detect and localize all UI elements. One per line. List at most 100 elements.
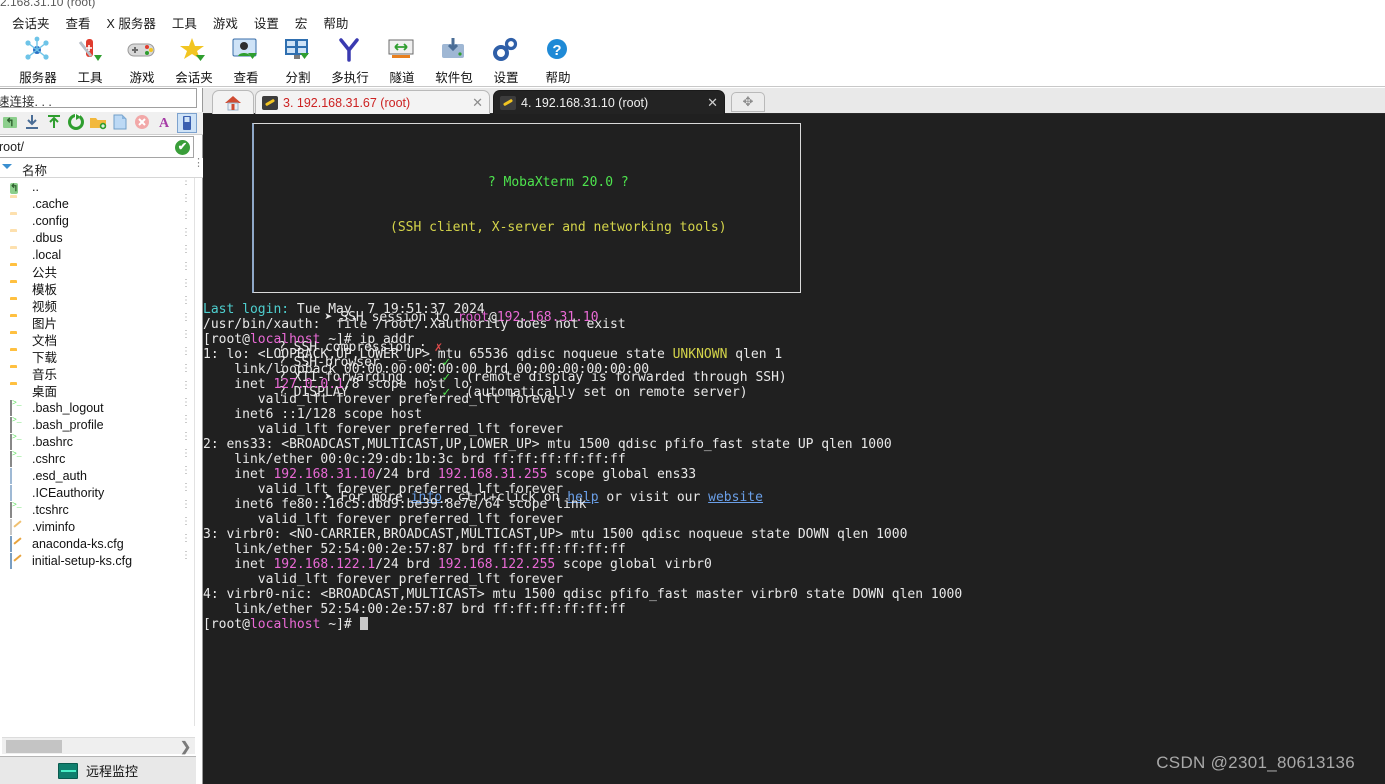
folder-icon	[10, 231, 27, 244]
tab-home[interactable]	[212, 90, 254, 114]
delete-icon[interactable]	[133, 113, 153, 133]
column-header-name[interactable]: 名称	[22, 160, 47, 179]
row-menu-dots[interactable]: ⋮	[181, 466, 191, 476]
row-menu-dots[interactable]: ⋮	[181, 500, 191, 510]
row-menu-dots[interactable]: ⋮	[181, 347, 191, 357]
ribbon-button-label: 多执行	[331, 71, 369, 85]
quick-connect-input[interactable]: 速连接. . .	[0, 88, 197, 108]
row-menu-dots[interactable]: ⋮	[181, 534, 191, 544]
row-menu-dots[interactable]: ⋮	[181, 228, 191, 238]
menu-item-0[interactable]: 会话夹	[4, 13, 58, 32]
new-file-icon[interactable]	[111, 113, 131, 133]
row-menu-dots[interactable]: ⋮	[181, 381, 191, 391]
file-row[interactable]: .bash_logout ⋮	[0, 398, 195, 416]
menu-item-5[interactable]: 设置	[246, 13, 287, 32]
file-row[interactable]: .tcshrc ⋮	[0, 500, 195, 518]
row-menu-dots[interactable]: ⋮	[181, 262, 191, 272]
menu-item-1[interactable]: 查看	[58, 13, 99, 32]
new-folder-icon[interactable]	[89, 113, 109, 133]
row-menu-dots[interactable]: ⋮	[181, 194, 191, 204]
ribbon-button-multiexec[interactable]: 多执行	[324, 34, 376, 86]
ribbon-button-label: 设置	[493, 71, 519, 85]
file-list-horizontal-scrollbar[interactable]: ❯	[2, 737, 195, 754]
tab-session-1[interactable]: 3. 192.168.31.67 (root) ✕	[255, 90, 490, 114]
file-list[interactable]: ↰.. ⋮ .cache ⋮ .config ⋮ .dbus ⋮ .local ⋮ 公共 ⋮ 模板 ⋮ 视频…	[0, 178, 195, 728]
file-row[interactable]: 音乐 ⋮	[0, 364, 195, 383]
row-menu-dots[interactable]: ⋮	[181, 483, 191, 493]
row-menu-dots[interactable]: ⋮	[181, 279, 191, 289]
row-menu-dots[interactable]: ⋮	[181, 432, 191, 442]
file-row[interactable]: .config ⋮	[0, 211, 195, 229]
ribbon-button-packages[interactable]: 软件包	[428, 34, 480, 86]
row-menu-dots[interactable]: ⋮	[181, 211, 191, 221]
row-menu-dots[interactable]: ⋮	[181, 364, 191, 374]
terminal-output[interactable]: ? MobaXterm 20.0 ? (SSH client, X-server…	[203, 114, 1385, 784]
file-row[interactable]: 模板 ⋮	[0, 279, 195, 298]
ribbon-button-tools[interactable]: 工具	[64, 34, 116, 86]
scrollbar-thumb[interactable]	[6, 740, 62, 753]
row-menu-dots[interactable]: ⋮	[181, 398, 191, 408]
row-menu-dots[interactable]: ⋮	[181, 296, 191, 306]
ribbon-button-label: 帮助	[545, 71, 571, 85]
ribbon-button-view[interactable]: 查看	[220, 34, 272, 86]
row-menu-dots[interactable]: ⋮	[181, 551, 191, 561]
text-mode-icon[interactable]: A	[155, 113, 175, 133]
row-menu-dots[interactable]: ⋮	[181, 449, 191, 459]
menu-item-2[interactable]: X 服务器	[99, 13, 164, 32]
new-tab-button[interactable]: ✥	[731, 92, 765, 112]
download-icon[interactable]	[23, 113, 43, 133]
file-row[interactable]: .local ⋮	[0, 245, 195, 263]
ribbon-button-games[interactable]: 游戏	[116, 34, 168, 86]
tab-close-icon[interactable]: ✕	[472, 95, 483, 111]
terminal-text: scope global ens33	[547, 467, 697, 482]
ribbon-button-label: 会话夹	[175, 71, 213, 85]
drive-icon[interactable]	[177, 113, 197, 133]
remote-path-input[interactable]: root/ ✔	[0, 136, 194, 158]
menu-item-3[interactable]: 工具	[164, 13, 205, 32]
menu-item-7[interactable]: 帮助	[315, 13, 356, 32]
file-row[interactable]: 视频 ⋮	[0, 296, 195, 315]
file-row[interactable]: 桌面 ⋮	[0, 381, 195, 400]
file-row[interactable]: ↰.. ⋮	[0, 178, 195, 195]
refresh-icon[interactable]	[67, 113, 87, 133]
ribbon-button-help-question[interactable]: ? 帮助	[532, 34, 584, 86]
menu-item-6[interactable]: 宏	[287, 13, 316, 32]
upload-parent-icon[interactable]: ↰	[1, 113, 21, 133]
file-row[interactable]: 图片 ⋮	[0, 313, 195, 332]
ribbon-button-settings-gear[interactable]: 设置	[480, 34, 532, 86]
file-row[interactable]: .viminfo ⋮	[0, 517, 195, 535]
file-row[interactable]: .cshrc ⋮	[0, 449, 195, 467]
ribbon-button-tunnel[interactable]: 隧道	[376, 34, 428, 86]
scroll-right-arrow-icon[interactable]: ❯	[180, 739, 191, 755]
ribbon-toolbar: 服务器 工具 游戏 会话夹 查看 分割 多执行 隧道 软件包 设置 ? 帮助	[0, 31, 1385, 87]
ribbon-button-servers[interactable]: 服务器	[12, 34, 64, 86]
row-menu-dots[interactable]: ⋮	[181, 245, 191, 255]
column-resizer[interactable]: ⋮	[193, 158, 204, 169]
file-row[interactable]: 文档 ⋮	[0, 330, 195, 349]
shell-file-icon	[10, 451, 27, 467]
file-row[interactable]: .dbus ⋮	[0, 228, 195, 246]
row-menu-dots[interactable]: ⋮	[181, 415, 191, 425]
row-menu-dots[interactable]: ⋮	[181, 517, 191, 527]
file-row[interactable]: .bashrc ⋮	[0, 432, 195, 450]
file-row[interactable]: .esd_auth ⋮	[0, 466, 195, 484]
row-menu-dots[interactable]: ⋮	[181, 330, 191, 340]
file-row[interactable]: initial-setup-ks.cfg ⋮	[0, 551, 195, 569]
file-row[interactable]: .cache ⋮	[0, 194, 195, 212]
upload-icon[interactable]	[45, 113, 65, 133]
ribbon-button-sessions-star[interactable]: 会话夹	[168, 34, 220, 86]
file-row[interactable]: anaconda-ks.cfg ⋮	[0, 534, 195, 552]
file-row[interactable]: 公共 ⋮	[0, 262, 195, 281]
file-list-vertical-scrollbar[interactable]	[194, 178, 201, 726]
file-row[interactable]: .bash_profile ⋮	[0, 415, 195, 433]
row-menu-dots[interactable]: ⋮	[181, 313, 191, 323]
sort-caret-icon[interactable]	[2, 164, 12, 169]
file-row[interactable]: 下载 ⋮	[0, 347, 195, 366]
remote-monitor-button[interactable]: 远程监控	[0, 756, 196, 784]
tab-session-2-active[interactable]: 4. 192.168.31.10 (root) ✕	[493, 90, 725, 114]
file-row[interactable]: .ICEauthority ⋮	[0, 483, 195, 501]
row-menu-dots[interactable]: ⋮	[181, 178, 191, 187]
ribbon-button-split[interactable]: 分割	[272, 34, 324, 86]
menu-item-4[interactable]: 游戏	[205, 13, 246, 32]
tab-close-icon[interactable]: ✕	[707, 95, 718, 111]
